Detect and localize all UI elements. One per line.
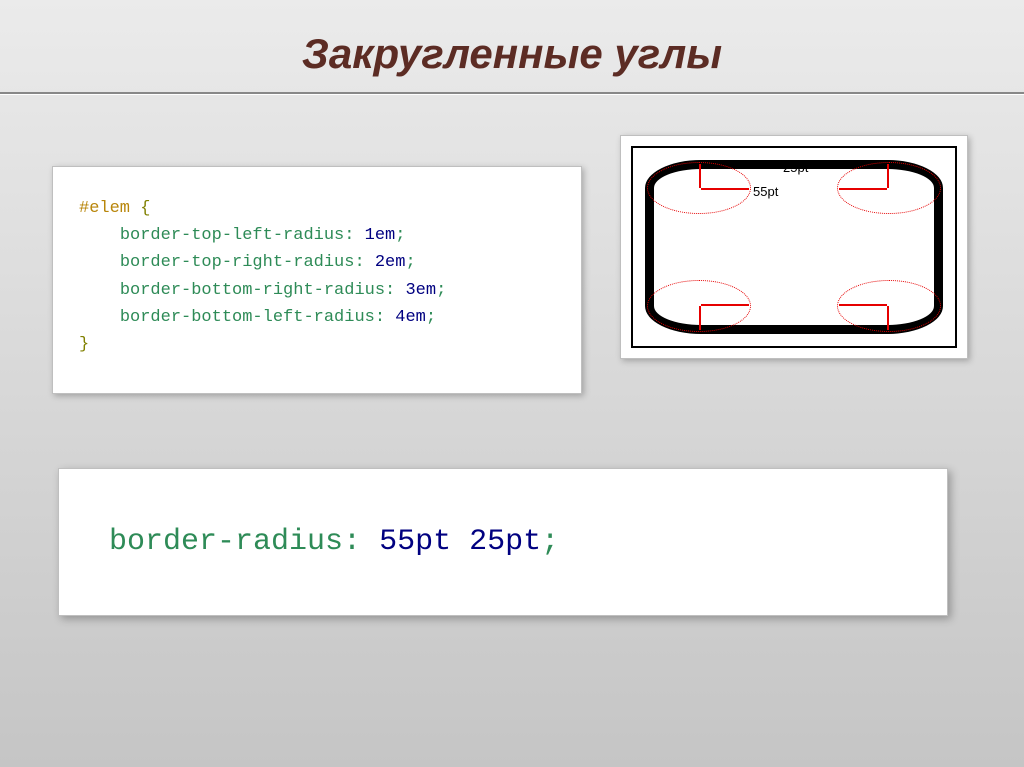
arrow-horizontal xyxy=(839,304,887,306)
arrow-vertical xyxy=(699,164,701,188)
arrow-horizontal xyxy=(701,188,749,190)
arrow-horizontal xyxy=(839,188,887,190)
corner-ellipse-bottom-right xyxy=(837,280,941,332)
arrow-vertical xyxy=(699,306,701,330)
css-value: 1em xyxy=(365,226,396,245)
brace-close: } xyxy=(79,335,89,354)
code-content: #elem { border-top-left-radius: 1em; bor… xyxy=(79,195,555,358)
radius-diagram: 25pt 55pt xyxy=(620,135,968,359)
brace-open: { xyxy=(140,199,150,218)
semicolon: ; xyxy=(436,281,446,300)
css-value: 2em xyxy=(375,253,406,272)
code-block-shorthand: border-radius: 55pt 25pt; xyxy=(58,468,948,616)
semicolon: ; xyxy=(541,525,559,559)
diagram-frame: 25pt 55pt xyxy=(631,146,957,348)
slide-header: Закругленные углы xyxy=(0,0,1024,78)
code-block-individual-corners: #elem { border-top-left-radius: 1em; bor… xyxy=(52,166,582,394)
code-content: border-radius: 55pt 25pt; xyxy=(109,525,559,559)
css-property: border-radius: xyxy=(109,525,361,559)
divider xyxy=(0,92,1024,94)
css-value: 3em xyxy=(405,281,436,300)
css-property: border-top-left-radius: xyxy=(120,226,355,245)
css-property: border-bottom-right-radius: xyxy=(120,281,395,300)
arrow-vertical xyxy=(887,306,889,330)
css-selector: #elem xyxy=(79,199,130,218)
semicolon: ; xyxy=(426,308,436,327)
semicolon: ; xyxy=(395,226,405,245)
label-vertical-radius: 25pt xyxy=(783,160,808,175)
css-value: 55pt 25pt xyxy=(379,525,541,559)
slide-title: Закругленные углы xyxy=(0,30,1024,78)
css-property: border-bottom-left-radius: xyxy=(120,308,385,327)
css-property: border-top-right-radius: xyxy=(120,253,365,272)
css-value: 4em xyxy=(395,308,426,327)
semicolon: ; xyxy=(405,253,415,272)
arrow-horizontal xyxy=(701,304,749,306)
label-horizontal-radius: 55pt xyxy=(753,184,778,199)
arrow-vertical xyxy=(887,164,889,188)
